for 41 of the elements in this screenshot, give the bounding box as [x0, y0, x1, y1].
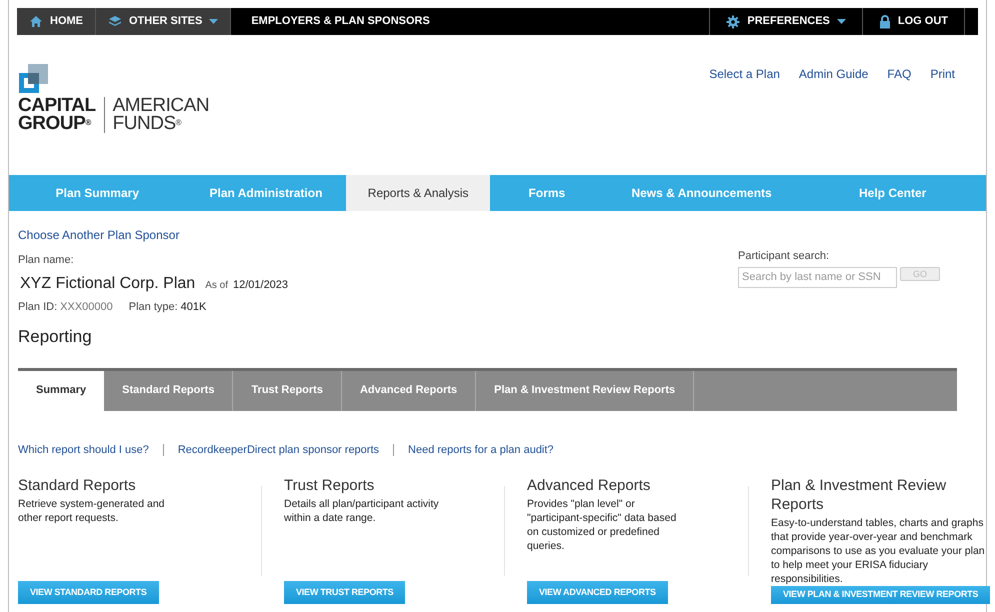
report-card-title: Standard Reports [18, 476, 137, 495]
plan-type-label: Plan type: [128, 300, 178, 314]
header-link[interactable]: Admin Guide [798, 65, 868, 83]
header-link[interactable]: Select a Plan [709, 65, 780, 83]
top-nav-button[interactable]: PREFERENCES [709, 8, 862, 35]
report-card-description: Provides "plan level" or "participant-specific" data based on customized or predefined queries. [527, 497, 678, 553]
header-link[interactable]: FAQ [887, 65, 912, 83]
participant-search-label: Participant search: [738, 249, 830, 264]
report-card-description: Retrieve system-generated and other report requests. [18, 497, 166, 525]
top-nav-button[interactable]: LOG OUT [862, 8, 964, 35]
help-link[interactable]: RecordkeeperDirect plan sponsor reports [178, 442, 380, 458]
logo-subbrand: AMERICAN FUNDS$^{®}$ [112, 97, 210, 133]
layers-icon [108, 15, 122, 28]
top-nav-button[interactable]: HOME [17, 8, 96, 35]
report-card-title: Trust Reports [284, 476, 376, 495]
settings-icon [726, 14, 740, 28]
report-card-title: Advanced Reports [527, 476, 652, 495]
report-tab[interactable]: Summary [18, 370, 104, 410]
logo-icon [18, 63, 50, 95]
plan-name-label: Plan name: [18, 253, 75, 268]
plan-name: XYZ Fictional Corp. Plan [20, 274, 196, 294]
lock-icon [878, 14, 891, 28]
logo-wordmark: CAPITAL GROUP$^{®}$ [18, 97, 96, 133]
report-card-title: Plan & Investment Review Reports [771, 476, 948, 514]
choose-sponsor-link[interactable]: Choose Another Plan Sponsor [18, 226, 180, 244]
plan-id: XXX00000 [60, 300, 113, 314]
report-card-description: Details all plan/participant activity within a date range. [284, 497, 440, 525]
main-nav-tab[interactable]: Reports & Analysis [346, 175, 490, 211]
help-link[interactable]: Need reports for a plan audit? [408, 442, 554, 458]
home-icon [29, 15, 43, 28]
report-card-description: Easy-to-understand tables, charts and graphs that provide year-over-year and benchmark comparisons to use as you evaluate your plan to help meet your ERISA fiduciary responsibilities. [771, 516, 986, 586]
help-link[interactable]: Which report should I use? [18, 442, 149, 458]
site-title: EMPLOYERS & PLAN SPONSORS [250, 14, 431, 30]
plan-id-label: Plan ID: [18, 300, 58, 314]
participant-search-field[interactable]: Search by last name or SSN [738, 266, 897, 288]
header-link[interactable]: Print [930, 65, 955, 83]
as-of-date: 12/01/2023 [232, 278, 288, 292]
as-of-label: As of [205, 278, 228, 292]
plan-type: 401K [180, 300, 206, 314]
page-title: Reporting [18, 326, 93, 348]
top-nav-button[interactable]: OTHER SITES [96, 8, 232, 35]
